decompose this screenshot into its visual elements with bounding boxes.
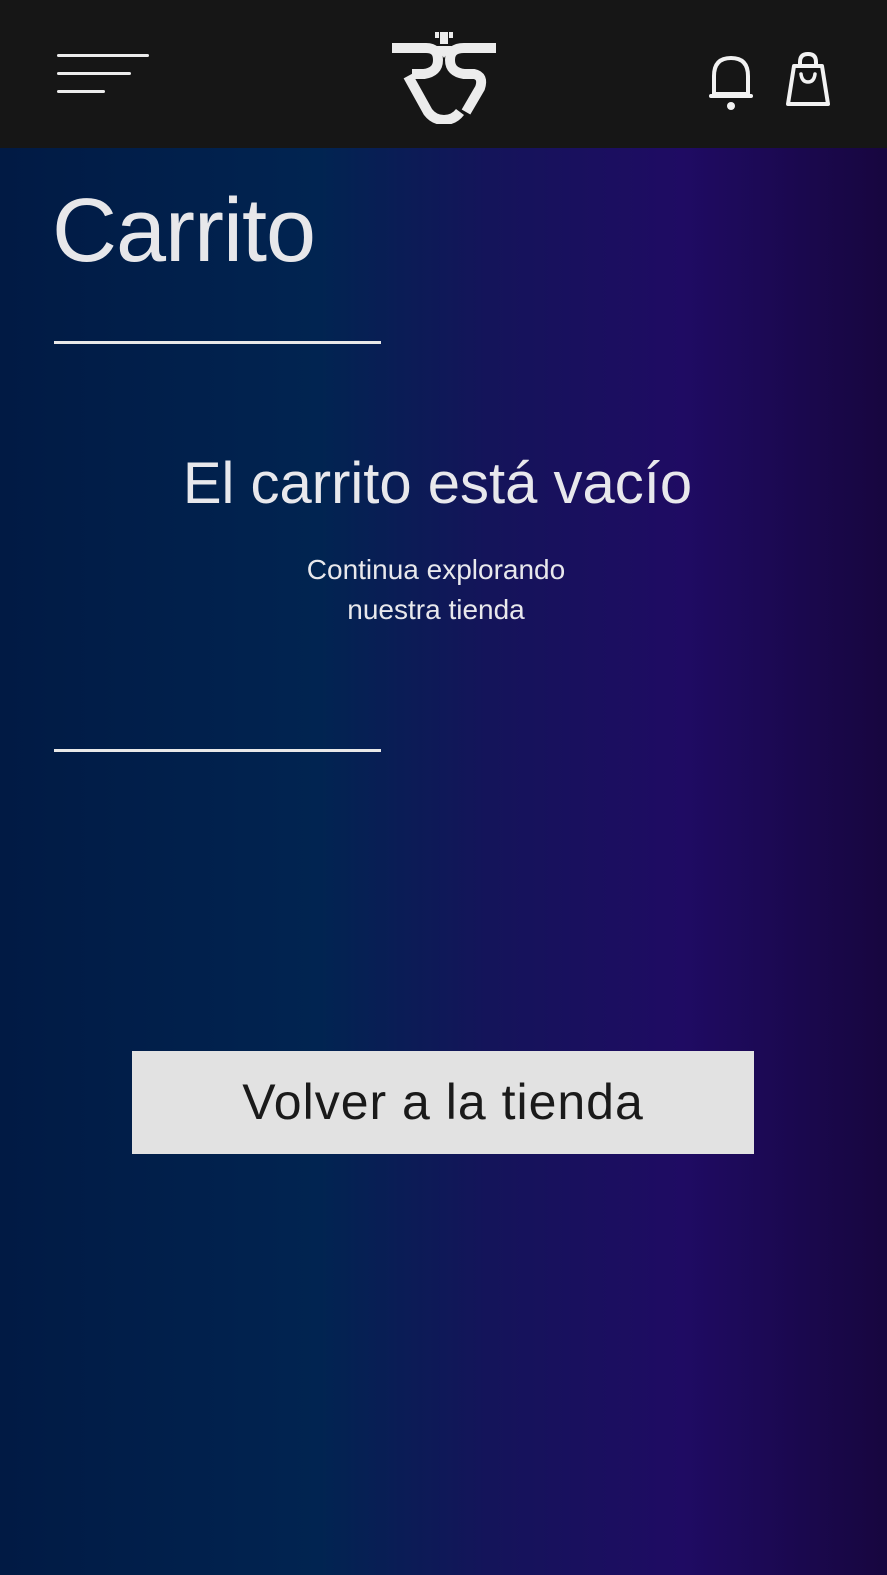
empty-cart-subtitle-line: nuestra tienda bbox=[347, 594, 525, 625]
brand-logo-icon[interactable] bbox=[388, 28, 500, 124]
empty-cart-subtitle: Continua explorando nuestra tienda bbox=[286, 550, 586, 630]
empty-cart-heading: El carrito está vacío bbox=[182, 451, 693, 516]
top-navigation-bar bbox=[0, 0, 887, 148]
section-divider bbox=[54, 749, 381, 752]
menu-line bbox=[57, 54, 149, 57]
title-divider bbox=[54, 341, 381, 344]
menu-line bbox=[57, 72, 131, 75]
menu-line bbox=[57, 90, 105, 93]
hamburger-menu-icon[interactable] bbox=[54, 50, 152, 100]
page-title: Carrito bbox=[52, 181, 316, 281]
shopping-bag-icon[interactable] bbox=[784, 50, 832, 108]
empty-cart-subtitle-line: Continua explorando bbox=[306, 554, 566, 585]
back-to-store-button[interactable]: Volver a la tienda bbox=[132, 1051, 754, 1154]
bell-icon[interactable] bbox=[708, 52, 754, 112]
